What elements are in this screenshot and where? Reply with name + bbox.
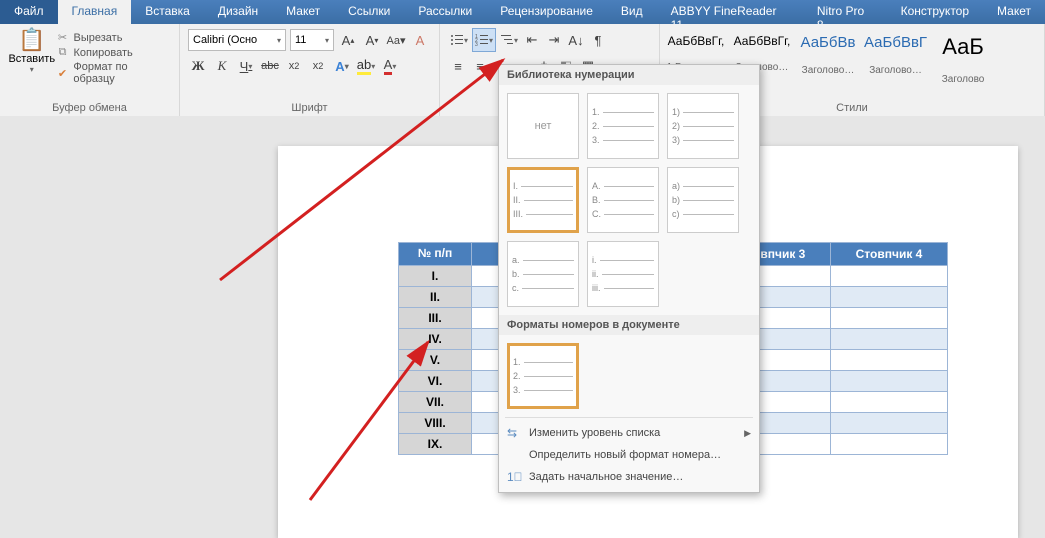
tab-home[interactable]: Главная [58,0,132,24]
bold-button[interactable]: Ж [188,55,208,77]
tab-mailings[interactable]: Рассылки [404,0,486,24]
copy-button[interactable]: ⧉Копировать [56,46,171,59]
show-marks-button[interactable]: ¶ [588,29,608,51]
tab-design[interactable]: Дизайн [204,0,272,24]
numbered-list-button[interactable]: 123▾ [472,28,496,52]
tab-review[interactable]: Рецензирование [486,0,607,24]
group-label-clipboard: Буфер обмена [0,102,179,114]
chevron-down-icon: ▾ [325,36,329,45]
tab-layout2[interactable]: Макет [983,0,1045,24]
numbering-alpha-lower-dot[interactable]: a.b.c. [507,241,579,307]
dropdown-header-library: Библиотека нумерации [499,65,759,85]
align-center-button[interactable]: ≡ [470,55,490,77]
font-size-select[interactable]: 11▾ [290,29,334,51]
font-name-select[interactable]: Calibri (Осно▾ [188,29,286,51]
tab-view[interactable]: Вид [607,0,657,24]
numbering-none[interactable]: нет [507,93,579,159]
grow-font-button[interactable]: A▴ [338,29,358,51]
group-label-font: Шрифт [180,102,439,114]
paste-dropdown-icon[interactable]: ▾ [30,65,34,74]
copy-icon: ⧉ [56,46,70,59]
align-left-button[interactable]: ≡ [448,55,468,77]
change-case-button[interactable]: Aa▾ [386,29,406,51]
svg-text:3: 3 [475,42,478,47]
row-number[interactable]: IX. [399,434,472,455]
font-color-button[interactable]: A▾ [380,55,400,77]
numbering-roman-lower[interactable]: i.ii.iii. [587,241,659,307]
row-number[interactable]: I. [399,266,472,287]
tab-references[interactable]: Ссылки [334,0,404,24]
change-level-icon: ⇆ [507,426,517,440]
superscript-button[interactable]: x2 [308,55,328,77]
dropdown-header-docformats: Форматы номеров в документе [499,315,759,335]
row-number[interactable]: V. [399,350,472,371]
numbering-alpha-upper[interactable]: A.B.C. [587,167,659,233]
text-effects-button[interactable]: A▾ [332,55,352,77]
ribbon-tabs: Файл Главная Вставка Дизайн Макет Ссылки… [0,0,1045,24]
format-painter-button[interactable]: ✔Формат по образцу [56,61,171,85]
brush-icon: ✔ [56,67,70,80]
increase-indent-button[interactable]: ⇥ [544,29,564,51]
tab-abbyy[interactable]: ABBYY FineReader 11 [657,0,803,24]
numbering-arabic-dot[interactable]: 1.2.3. [587,93,659,159]
numbering-roman-upper[interactable]: I.II.III. [507,167,579,233]
change-level-menu[interactable]: ⇆Изменить уровень списка▶ [499,422,759,444]
table-header-4[interactable]: Стовпчик 4 [831,243,948,266]
strikethrough-button[interactable]: abc [260,55,280,77]
table-header-num[interactable]: № п/п [399,243,472,266]
row-number[interactable]: VIII. [399,413,472,434]
tab-nitro[interactable]: Nitro Pro 8 [803,0,887,24]
tab-constructor[interactable]: Конструктор [887,0,983,24]
row-number[interactable]: VI. [399,371,472,392]
highlight-button[interactable]: ab▾ [356,55,376,77]
numbering-alpha-lower-paren[interactable]: a)b)c) [667,167,739,233]
underline-button[interactable]: Ч ▾ [236,55,256,77]
sort-button[interactable]: A↓ [566,29,586,51]
tab-layout[interactable]: Макет [272,0,334,24]
chevron-down-icon: ▾ [277,36,281,45]
italic-button[interactable]: К [212,55,232,77]
shrink-font-button[interactable]: A▾ [362,29,382,51]
clear-format-button[interactable]: A [410,29,430,51]
decrease-indent-button[interactable]: ⇤ [522,29,542,51]
row-number[interactable]: III. [399,308,472,329]
define-format-menu[interactable]: Определить новый формат номера… [499,444,759,466]
subscript-button[interactable]: x2 [284,55,304,77]
numbering-doc-1[interactable]: 1.2.3. [507,343,579,409]
tab-file[interactable]: Файл [0,0,58,24]
chevron-right-icon: ▶ [744,428,751,439]
row-number[interactable]: VII. [399,392,472,413]
cut-button[interactable]: ✂Вырезать [56,31,171,44]
paste-icon: 📋 [18,27,45,53]
row-number[interactable]: IV. [399,329,472,350]
numbering-arabic-paren[interactable]: 1)2)3) [667,93,739,159]
tab-insert[interactable]: Вставка [131,0,204,24]
paste-label: Вставить [8,53,55,65]
set-value-menu[interactable]: 1⃣Задать начальное значение… [499,466,759,488]
multilevel-list-button[interactable]: ▾ [498,29,520,51]
set-value-icon: 1⃣ [507,470,523,484]
scissors-icon: ✂ [56,31,70,44]
row-number[interactable]: II. [399,287,472,308]
bullet-list-button[interactable]: ▾ [448,29,470,51]
numbering-dropdown: Библиотека нумерации нет 1.2.3. 1)2)3) I… [498,64,760,493]
